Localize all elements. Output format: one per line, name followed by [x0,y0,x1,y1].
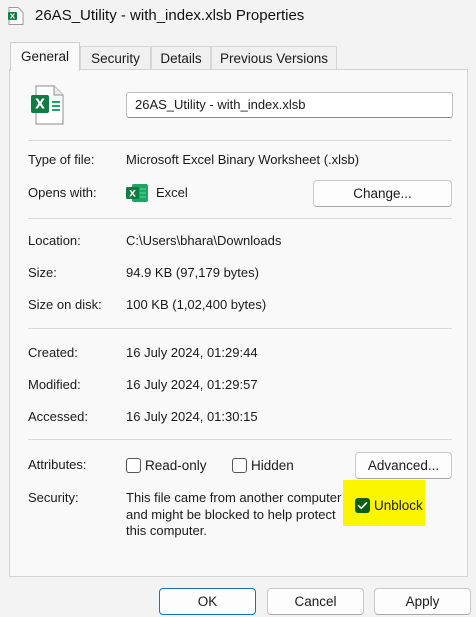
svg-text:X: X [129,190,136,200]
checkmark-icon [357,502,368,510]
svg-text:X: X [10,13,16,21]
read-only-label[interactable]: Read-only [145,458,207,473]
modified-label: Modified: [28,377,81,392]
tab-security[interactable]: Security [80,46,151,69]
security-message-line: this computer. [126,523,207,538]
location-label: Location: [28,233,81,248]
security-message-line: and might be blocked to help protect [126,506,336,522]
security-label: Security: [28,490,79,505]
filename-field[interactable]: 26AS_Utility - with_index.xlsb [126,92,453,118]
attributes-label: Attributes: [28,457,87,472]
size-value: 94.9 KB (97,179 bytes) [126,265,259,280]
advanced-button[interactable]: Advanced... [355,452,452,479]
accessed-value: 16 July 2024, 01:30:15 [126,409,258,424]
apply-button[interactable]: Apply [374,588,471,615]
read-only-checkbox[interactable] [126,458,141,473]
type-of-file-value: Microsoft Excel Binary Worksheet (.xlsb) [126,152,360,167]
unblock-label[interactable]: Unblock [374,498,423,513]
hidden-checkbox[interactable] [232,458,247,473]
excel-document-icon: X [31,85,64,125]
security-message: This file came from another computer and… [126,490,348,540]
hidden-label[interactable]: Hidden [251,458,294,473]
size-on-disk-value: 100 KB (1,02,400 bytes) [126,297,267,312]
divider [28,218,452,219]
excel-file-icon: X [8,7,24,25]
change-button[interactable]: Change... [313,180,452,207]
ok-button[interactable]: OK [159,588,256,615]
divider [28,439,452,440]
type-of-file-label: Type of file: [28,152,95,167]
excel-app-icon: X [126,184,148,202]
svg-text:X: X [35,98,45,113]
tab-general[interactable]: General [10,42,80,71]
tab-previous-versions[interactable]: Previous Versions [211,46,337,69]
created-value: 16 July 2024, 01:29:44 [126,345,258,360]
divider [28,328,452,329]
created-label: Created: [28,345,78,360]
divider [28,140,452,141]
tab-details[interactable]: Details [151,46,211,69]
opens-with-label: Opens with: [28,185,97,200]
location-value: C:\Users\bhara\Downloads [126,233,282,248]
unblock-checkbox[interactable] [355,498,370,513]
security-message-line: This file came from another computer [126,490,342,505]
cancel-button[interactable]: Cancel [267,588,364,615]
title-bar: X 26AS_Utility - with_index.xlsb Propert… [0,0,476,34]
size-label: Size: [28,265,57,280]
modified-value: 16 July 2024, 01:29:57 [126,377,258,392]
opens-with-value: Excel [156,185,188,200]
size-on-disk-label: Size on disk: [28,297,102,312]
window-title: 26AS_Utility - with_index.xlsb Propertie… [35,7,305,24]
accessed-label: Accessed: [28,409,88,424]
